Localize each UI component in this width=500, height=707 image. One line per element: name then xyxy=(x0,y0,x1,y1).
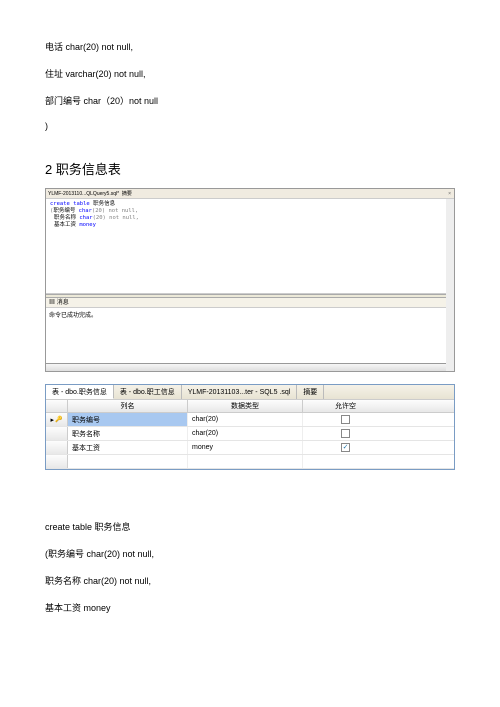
header-allownull: 允许空 xyxy=(303,400,388,412)
table-row-empty[interactable] xyxy=(46,455,454,469)
row-handle[interactable]: ▸🔑 xyxy=(46,413,68,426)
grid-icon: ▦ xyxy=(49,300,55,306)
tab-summary[interactable]: 摘要 xyxy=(297,385,324,399)
tab-table-employee[interactable]: 表 - dbo.职工信息 xyxy=(114,385,182,399)
header-colname: 列名 xyxy=(68,400,188,412)
section-heading: 2 职务信息表 xyxy=(45,159,455,178)
primary-key-icon: 🔑 xyxy=(55,416,62,423)
messages-pane: 命令已成功完成。 xyxy=(46,308,454,363)
code-line: 住址 varchar(20) not null, xyxy=(45,67,455,80)
sql-ident: 职务编号 xyxy=(53,208,75,214)
code-line: ) xyxy=(45,121,455,131)
code-line: (职务编号 char(20) not null, xyxy=(45,547,455,560)
messages-label: 消息 xyxy=(57,300,69,306)
allow-null-checkbox[interactable]: ✓ xyxy=(341,443,350,452)
sql-ident: 职务名称 xyxy=(54,215,76,221)
scrollbar-vertical[interactable] xyxy=(446,199,454,371)
row-handle[interactable] xyxy=(46,427,68,440)
tab-sql-file[interactable]: YLMF-20131103...ter - SQL5 .sql xyxy=(182,385,298,399)
cell-datatype[interactable]: char(20) xyxy=(188,413,303,426)
table-designer-window: 表 - dbo.职务信息 表 - dbo.职工信息 YLMF-20131103.… xyxy=(45,384,455,470)
allow-null-checkbox[interactable] xyxy=(341,429,350,438)
table-row[interactable]: 基本工资 money ✓ xyxy=(46,441,454,455)
code-line: 基本工资 money xyxy=(45,601,455,614)
sql-editor-window: YLMF-2013110...QLQuery5.sql* 摘要 × create… xyxy=(45,188,455,372)
table-row[interactable]: ▸🔑 职务编号 char(20) xyxy=(46,413,454,427)
sql-keyword: table xyxy=(73,201,90,207)
sql-type: money xyxy=(79,222,96,228)
row-indicator-icon: ▸ xyxy=(51,416,55,424)
sql-type: char xyxy=(79,215,92,221)
sql-ident: 基本工资 xyxy=(54,222,76,228)
close-icon[interactable]: × xyxy=(448,189,451,199)
sql-keyword: create xyxy=(50,201,70,207)
code-line: create table 职务信息 xyxy=(45,520,455,533)
message-text: 命令已成功完成。 xyxy=(49,313,97,319)
code-line: 部门编号 char（20）not null xyxy=(45,94,455,107)
designer-column-header: 列名 数据类型 允许空 xyxy=(46,399,454,413)
allow-null-checkbox[interactable] xyxy=(341,415,350,424)
sql-nn: not null, xyxy=(109,215,139,221)
status-bar xyxy=(46,363,454,371)
sql-args: (20) xyxy=(92,208,105,214)
header-datatype: 数据类型 xyxy=(188,400,303,412)
tab-table-position[interactable]: 表 - dbo.职务信息 xyxy=(46,385,114,399)
row-handle[interactable] xyxy=(46,455,68,468)
row-handle[interactable] xyxy=(46,441,68,454)
sql-ident: 职务信息 xyxy=(93,201,115,207)
sql-code-pane[interactable]: create table 职务信息 (职务编号 char(20) not nul… xyxy=(46,199,454,294)
code-line: 电话 char(20) not null, xyxy=(45,40,455,53)
cell-colname[interactable]: 基本工资 xyxy=(68,441,188,454)
table-row[interactable]: 职务名称 char(20) xyxy=(46,427,454,441)
sql-tab-query[interactable]: YLMF-2013110...QLQuery5.sql* xyxy=(48,189,119,199)
sql-editor-tabbar: YLMF-2013110...QLQuery5.sql* 摘要 × xyxy=(46,189,454,199)
cell-datatype[interactable]: money xyxy=(188,441,303,454)
sql-nn: not null, xyxy=(108,208,138,214)
sql-args: (20) xyxy=(93,215,106,221)
sql-type: char xyxy=(79,208,92,214)
messages-tab[interactable]: ▦ 消息 xyxy=(46,298,454,308)
cell-colname[interactable]: 职务名称 xyxy=(68,427,188,440)
cell-datatype[interactable]: char(20) xyxy=(188,427,303,440)
code-line: 职务名称 char(20) not null, xyxy=(45,574,455,587)
cell-colname[interactable]: 职务编号 xyxy=(68,413,188,426)
sql-tab-summary[interactable]: 摘要 xyxy=(122,189,132,199)
designer-tabbar: 表 - dbo.职务信息 表 - dbo.职工信息 YLMF-20131103.… xyxy=(46,385,454,399)
